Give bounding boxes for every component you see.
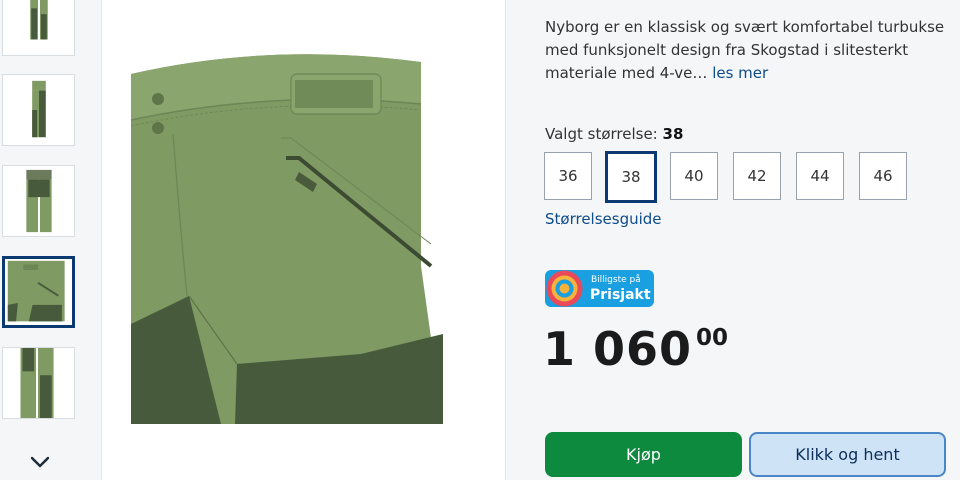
product-price: 1 060 00	[543, 322, 728, 376]
size-option-46[interactable]: 46	[859, 152, 907, 200]
selected-size-label: Valgt størrelse: 38	[545, 125, 683, 143]
pants-image	[131, 34, 445, 424]
prisjakt-small-text: Billigste på	[591, 275, 641, 285]
size-option-44[interactable]: 44	[796, 152, 844, 200]
read-more-link[interactable]: les mer	[712, 64, 768, 82]
size-option-38[interactable]: 38	[605, 151, 657, 203]
thumbnail-2[interactable]	[2, 74, 75, 146]
size-option-36[interactable]: 36	[544, 152, 592, 200]
product-description: Nyborg er en klassisk og svært komfortab…	[545, 16, 950, 85]
size-label-text: Valgt størrelse:	[545, 125, 658, 143]
thumbnail-3[interactable]	[2, 165, 75, 237]
size-option-40[interactable]: 40	[670, 152, 718, 200]
product-image	[102, 0, 504, 480]
thumbnail-5[interactable]	[2, 347, 75, 419]
buy-button[interactable]: Kjøp	[545, 432, 742, 477]
product-details: Nyborg er en klassisk og svært komfortab…	[505, 0, 960, 480]
price-main: 1 060	[543, 322, 693, 376]
prisjakt-big-text: Prisjakt	[590, 287, 651, 303]
prisjakt-logo-icon	[546, 270, 583, 307]
size-option-42[interactable]: 42	[733, 152, 781, 200]
thumbnail-rail	[0, 0, 102, 480]
selected-size-value: 38	[662, 125, 684, 143]
chevron-down-icon[interactable]	[28, 450, 52, 474]
price-decimals: 00	[696, 325, 729, 351]
size-guide-link[interactable]: Størrelsesguide	[545, 210, 662, 228]
thumbnail-1[interactable]	[2, 0, 75, 56]
click-and-collect-button[interactable]: Klikk og hent	[749, 432, 946, 477]
prisjakt-badge[interactable]: Billigste på Prisjakt	[545, 270, 654, 307]
thumbnail-4[interactable]	[2, 256, 75, 328]
